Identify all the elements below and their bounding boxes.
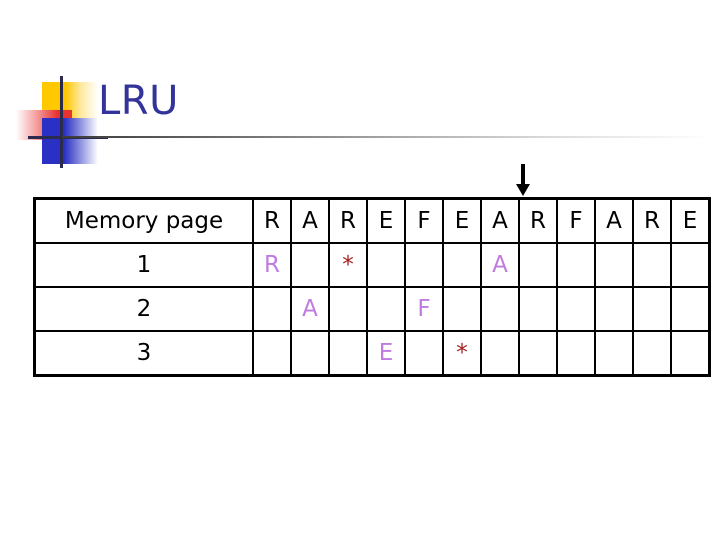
reference-string-cell: R bbox=[632, 197, 672, 244]
reference-string-cell: F bbox=[404, 197, 444, 244]
frame-cell: A bbox=[480, 242, 520, 288]
resident-page-letter: E bbox=[378, 340, 394, 366]
frame-cell bbox=[252, 330, 292, 377]
frame-cell bbox=[366, 242, 406, 288]
frame-cell bbox=[556, 242, 596, 288]
frame-cell bbox=[442, 242, 482, 288]
memory-page-row-label: 3 bbox=[33, 330, 254, 377]
title-divider bbox=[62, 136, 710, 138]
frame-cell bbox=[404, 330, 444, 377]
reference-string-cell: R bbox=[518, 197, 558, 244]
frame-cell bbox=[480, 330, 520, 377]
lru-reference-table: Memory page R A R E F E A R F A R E 1 R * A 2 A F 3 E * bbox=[33, 197, 711, 377]
page-title: LRU bbox=[98, 78, 179, 124]
frame-cell: R bbox=[252, 242, 292, 288]
frame-cell bbox=[252, 286, 292, 332]
frame-cell bbox=[594, 330, 634, 377]
memory-page-row-label: 1 bbox=[33, 242, 254, 288]
table-body: Memory page R A R E F E A R F A R E 1 R * A 2 A F 3 E * bbox=[33, 197, 711, 377]
logo-vertical-line bbox=[60, 76, 63, 168]
frame-cell bbox=[480, 286, 520, 332]
slide-canvas: LRU Memory page R A R E F E A R F A R E 1 R * A 2 A F 3 E * bbox=[0, 0, 720, 540]
reference-string-cell: E bbox=[670, 197, 711, 244]
frame-cell: E bbox=[366, 330, 406, 377]
current-column-arrow-icon bbox=[514, 163, 532, 197]
frame-cell bbox=[404, 242, 444, 288]
frame-cell bbox=[290, 242, 330, 288]
frame-cell bbox=[594, 242, 634, 288]
reference-string-cell: A bbox=[290, 197, 330, 244]
frame-cell bbox=[518, 286, 558, 332]
logo-blue-square bbox=[42, 118, 98, 164]
frame-cell bbox=[366, 286, 406, 332]
page-hit-star-icon: * bbox=[342, 252, 354, 278]
frame-cell bbox=[556, 286, 596, 332]
resident-page-letter: A bbox=[302, 296, 318, 322]
reference-string-cell: E bbox=[366, 197, 406, 244]
frame-cell: * bbox=[328, 242, 368, 288]
reference-string-cell: A bbox=[594, 197, 634, 244]
frame-cell bbox=[290, 330, 330, 377]
reference-string-cell: F bbox=[556, 197, 596, 244]
frame-cell bbox=[632, 330, 672, 377]
memory-page-row-label: 2 bbox=[33, 286, 254, 332]
table-header-row: Memory page R A R E F E A R F A R E bbox=[33, 197, 711, 244]
reference-string-cell: E bbox=[442, 197, 482, 244]
frame-cell bbox=[518, 242, 558, 288]
reference-string-cell: R bbox=[252, 197, 292, 244]
frame-cell bbox=[442, 286, 482, 332]
frame-cell bbox=[518, 330, 558, 377]
frame-cell bbox=[670, 286, 711, 332]
frame-cell bbox=[670, 242, 711, 288]
frame-cell: * bbox=[442, 330, 482, 377]
frame-cell bbox=[328, 286, 368, 332]
frame-cell bbox=[328, 330, 368, 377]
frame-cell: F bbox=[404, 286, 444, 332]
resident-page-letter: R bbox=[264, 252, 280, 278]
frame-cell bbox=[670, 330, 711, 377]
table-row: 1 R * A bbox=[33, 242, 711, 288]
reference-string-cell: A bbox=[480, 197, 520, 244]
resident-page-letter: A bbox=[492, 252, 508, 278]
frame-cell: A bbox=[290, 286, 330, 332]
reference-string-cell: R bbox=[328, 197, 368, 244]
page-hit-star-icon: * bbox=[456, 340, 468, 366]
table-row: 3 E * bbox=[33, 330, 711, 377]
table-row: 2 A F bbox=[33, 286, 711, 332]
memory-page-header-label: Memory page bbox=[33, 197, 254, 244]
resident-page-letter: F bbox=[417, 296, 431, 322]
frame-cell bbox=[632, 242, 672, 288]
frame-cell bbox=[556, 330, 596, 377]
frame-cell bbox=[594, 286, 634, 332]
frame-cell bbox=[632, 286, 672, 332]
